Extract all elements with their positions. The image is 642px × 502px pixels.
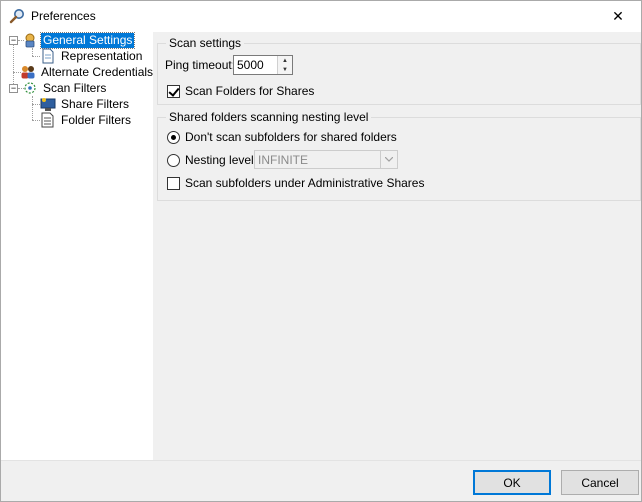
ping-timeout-stepper[interactable]: ▲ ▼ — [233, 55, 293, 75]
close-icon: ✕ — [612, 8, 624, 24]
collapse-icon: − — [10, 83, 17, 93]
admin-shares-checkbox[interactable]: Scan subfolders under Administrative Sha… — [167, 176, 424, 190]
tree-connector — [32, 56, 40, 57]
tree-item-label: Alternate Credentials — [41, 64, 154, 79]
ping-timeout-label: Ping timeout: — [165, 58, 236, 72]
radio-label: Don't scan subfolders for shared folders — [185, 130, 397, 144]
nesting-level-radio[interactable]: Nesting level: — [167, 153, 257, 167]
ok-button[interactable]: OK — [473, 470, 551, 495]
tree-item-general-settings[interactable]: General Settings — [22, 31, 136, 49]
document-icon — [42, 48, 54, 64]
dont-scan-subfolders-radio[interactable]: Don't scan subfolders for shared folders — [167, 130, 397, 144]
settings-tree: − − General Settings Representation Alte… — [1, 31, 155, 460]
spin-arrows[interactable]: ▲ ▼ — [277, 56, 292, 74]
magnifier-icon — [9, 9, 24, 24]
tree-item-label: Scan Filters — [43, 80, 107, 95]
tree-expander-scan-filters[interactable]: − — [9, 84, 18, 93]
tree-connector — [32, 120, 40, 121]
tree-item-scan-filters[interactable]: Scan Filters — [22, 80, 108, 96]
tree-expander-general[interactable]: − — [9, 36, 18, 45]
tree-item-label: Representation — [61, 48, 143, 63]
radio-label: Nesting level: — [185, 153, 258, 167]
title-bar: Preferences ✕ — [1, 1, 641, 32]
tree-connector — [32, 48, 33, 56]
scan-settings-legend: Scan settings — [166, 36, 245, 50]
close-button[interactable]: ✕ — [595, 1, 641, 32]
radio-dot[interactable] — [167, 153, 180, 167]
tree-item-label: Share Filters — [61, 96, 130, 111]
tree-connector — [32, 96, 33, 120]
collapse-icon: − — [10, 35, 17, 45]
tree-item-share-filters[interactable]: Share Filters — [40, 96, 131, 112]
tree-connector — [13, 44, 14, 88]
checkbox-label: Scan Folders for Shares — [185, 84, 315, 98]
dialog-footer: OK Cancel — [1, 460, 641, 501]
checkbox-label: Scan subfolders under Administrative Sha… — [185, 176, 425, 190]
window-title: Preferences — [31, 9, 96, 23]
scan-filters-icon — [24, 82, 36, 94]
tree-item-representation[interactable]: Representation — [40, 48, 144, 64]
tree-item-alternate-credentials[interactable]: Alternate Credentials — [20, 64, 155, 80]
chevron-down-icon — [380, 151, 397, 168]
checkbox-box[interactable] — [167, 176, 180, 190]
nesting-level-value: INFINITE — [258, 153, 308, 167]
users-icon — [21, 66, 35, 79]
nesting-level-group: Shared folders scanning nesting level Do… — [157, 110, 641, 201]
tree-item-folder-filters[interactable]: Folder Filters — [40, 112, 133, 128]
share-filters-icon — [40, 98, 56, 111]
spin-down-icon[interactable]: ▼ — [278, 65, 292, 74]
tree-connector — [32, 104, 40, 105]
checkbox-box[interactable] — [167, 84, 180, 98]
tree-item-label: Folder Filters — [61, 112, 132, 127]
ping-timeout-input[interactable] — [234, 56, 276, 74]
general-settings-icon — [25, 33, 35, 48]
settings-panel: Scan settings Ping timeout: ▲ ▼ Scan Fol… — [153, 32, 641, 460]
scan-folders-checkbox[interactable]: Scan Folders for Shares — [167, 84, 314, 98]
cancel-button[interactable]: Cancel — [561, 470, 639, 495]
tree-item-label: General Settings — [39, 31, 136, 49]
folder-filters-icon — [41, 112, 54, 128]
nesting-level-select: INFINITE — [254, 150, 398, 169]
scan-settings-group: Scan settings Ping timeout: ▲ ▼ Scan Fol… — [157, 36, 641, 105]
radio-dot[interactable] — [167, 130, 180, 144]
preferences-window: Preferences ✕ − − General Settings Repre… — [0, 0, 642, 502]
spin-up-icon[interactable]: ▲ — [278, 56, 292, 65]
nesting-level-legend: Shared folders scanning nesting level — [166, 110, 372, 124]
